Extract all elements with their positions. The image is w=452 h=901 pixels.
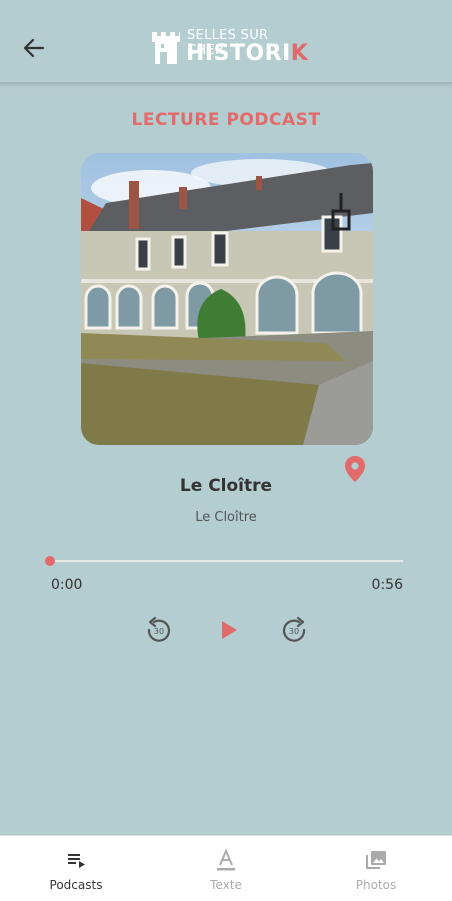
- section-title: LECTURE PODCAST: [131, 110, 321, 130]
- logo-accent-letter: K: [290, 41, 309, 66]
- podcast-cover-image: [81, 153, 373, 445]
- logo-main-word: HISTORI: [186, 41, 291, 66]
- svg-text:30: 30: [289, 627, 299, 636]
- castle-tower-icon: [152, 32, 180, 64]
- play-icon[interactable]: [214, 616, 242, 644]
- track-title: Le Cloître: [179, 476, 273, 496]
- tab-texte[interactable]: Texte: [151, 836, 301, 901]
- tab-photos[interactable]: Photos: [301, 836, 451, 901]
- back-arrow-icon[interactable]: [20, 34, 48, 62]
- tab-photos-label: Photos: [355, 878, 397, 892]
- rewind-30-icon[interactable]: 30: [145, 616, 173, 644]
- tab-podcasts[interactable]: Podcasts: [1, 836, 151, 901]
- playlist-icon: [68, 854, 85, 868]
- progress-knob[interactable]: [45, 556, 55, 566]
- progress-bar[interactable]: [50, 560, 403, 562]
- total-duration: 0:56: [371, 577, 403, 593]
- forward-30-icon[interactable]: 30: [280, 616, 308, 644]
- logo-main-text: HISTORIK: [186, 41, 308, 66]
- svg-text:30: 30: [154, 627, 164, 636]
- app-logo: SELLES SUR CHER HISTORIK: [150, 28, 310, 70]
- track-subtitle: Le Cloître: [195, 510, 257, 525]
- tab-podcasts-label: Podcasts: [49, 878, 103, 892]
- text-format-icon: [217, 848, 235, 871]
- bottom-navigation: Podcasts Texte Photos: [0, 835, 452, 901]
- app-header: SELLES SUR CHER HISTORIK: [0, 0, 452, 84]
- photo-library-icon: [366, 851, 386, 869]
- current-time: 0:00: [51, 577, 83, 593]
- tab-texte-label: Texte: [210, 878, 242, 892]
